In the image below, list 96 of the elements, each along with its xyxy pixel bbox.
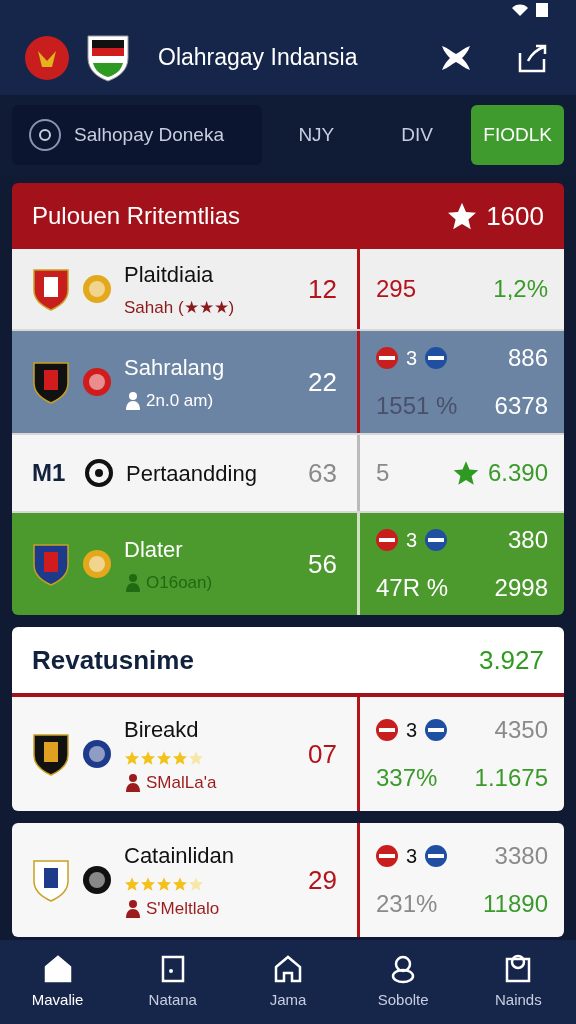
figure-icon [124,390,142,411]
figure-icon [124,572,142,593]
team-logo-icon [376,347,398,369]
match-row[interactable]: Bireakd SMalLa'a 07 3 4350 337% 1.1675 [12,697,564,811]
stat-value: 3380 [494,841,548,871]
star-icon [451,459,480,487]
emblem-icon [82,274,112,304]
stat-value: 1551 % [376,391,458,421]
team-name: Bireakd [124,715,200,744]
emblem-icon [82,865,112,895]
team-name: Dlater [124,535,184,564]
nav-item[interactable]: Nainds [468,952,569,1012]
nav-item[interactable]: Mavalie [7,952,108,1012]
shield-logo-icon [86,32,130,83]
search-field[interactable]: Salhopay Doneka [12,105,262,165]
team-logo-icon [425,845,448,867]
team-name: Catainlidan [124,841,236,870]
section-title: Pulouen Rritemtlias [32,201,241,231]
match-row[interactable]: M1 Pertaandding 63 5 6.390 [12,435,564,513]
section-title: Revatusnime [32,643,194,677]
nav-item[interactable]: Natana [122,952,223,1012]
stat-value: 11890 [483,889,548,919]
battery-icon [536,3,548,17]
match-count: 3 [405,844,419,869]
crest-icon [32,360,70,404]
emblem-icon [82,549,112,579]
stat-value: 1,2% [493,274,548,304]
team-name: Pertaandding [126,459,258,488]
star-icon [140,749,156,766]
team-name: Sahralang [124,353,226,382]
stat-value: 5 [376,458,390,488]
team-logo-icon [425,719,448,741]
match-row[interactable]: Sahralang 2n.0 am) 22 3 886 1551 % 6378 [12,331,564,435]
crest-icon [32,732,70,776]
crest-icon [32,542,70,586]
stat-value: 4350 [494,715,548,745]
app-title: Olahragay Indansia [158,43,359,73]
filter-tab[interactable]: FIODLK [471,105,564,165]
stat-value: 337% [376,763,438,793]
team-score: 29 [308,863,337,897]
match-row[interactable]: Plaitdiaia Sahah (★★★) 12 295 1,2% [12,249,564,331]
rank-label: M1 [32,458,67,488]
stat-value: 2998 [494,573,548,603]
star-icon [172,875,188,892]
team-logo-icon [376,529,398,551]
team-logo-icon [425,347,448,369]
team-score: 63 [308,456,337,490]
match-count: 3 [405,718,419,743]
star-icon [124,875,140,892]
match-count: 3 [405,346,419,371]
stat-value: 6.390 [487,458,548,488]
star-icon [172,749,188,766]
filter-tab[interactable]: DIV [370,105,464,165]
match-row[interactable]: Catainlidan S'Meltlalo 29 3 3380 231% 11890 [12,823,564,937]
team-subtitle: S'Meltlalo [146,897,220,920]
stat-value: 47R % [376,573,449,603]
section-score: 3.927 [478,643,544,677]
stat-value: 1.1675 [474,763,548,793]
stat-value: 295 [376,274,417,304]
stat-value: 6378 [494,391,548,421]
star-icon [124,749,140,766]
emblem-icon [82,739,112,769]
stat-value: 886 [507,343,548,373]
team-logo-icon [376,719,398,741]
ball-icon [84,458,114,488]
team-subtitle: Sahah (★★★) [124,296,235,319]
team-score: 12 [308,272,337,306]
stat-value: 231% [376,889,438,919]
team-logo-icon [376,845,398,867]
stat-value: 380 [507,525,548,555]
star-icon [188,749,204,766]
section-score: 1600 [486,199,544,233]
nav-item[interactable]: Jama [237,952,338,1012]
team-score: 07 [308,737,337,771]
team-subtitle: 2n.0 am) [146,389,214,412]
team-logo-icon [425,529,448,551]
star-icon [188,875,204,892]
crest-icon [32,267,70,311]
team-subtitle: SMalLa'a [146,771,217,794]
match-count: 3 [405,528,419,553]
figure-icon [124,772,142,793]
star-icon [156,749,172,766]
team-score: 22 [308,365,337,399]
filter-tab[interactable]: NJY [270,105,363,165]
wifi-icon [512,4,528,16]
team-score: 56 [308,547,337,581]
crest-icon [32,858,70,902]
nav-item[interactable]: Sobolte [353,952,454,1012]
search-icon [28,118,62,152]
star-icon [156,875,172,892]
team-name: Plaitdiaia [124,260,215,289]
figure-icon [124,898,142,919]
share-icon [516,42,548,73]
star-icon [140,875,156,892]
emblem-icon [82,367,112,397]
emblem-logo-icon [24,34,70,81]
